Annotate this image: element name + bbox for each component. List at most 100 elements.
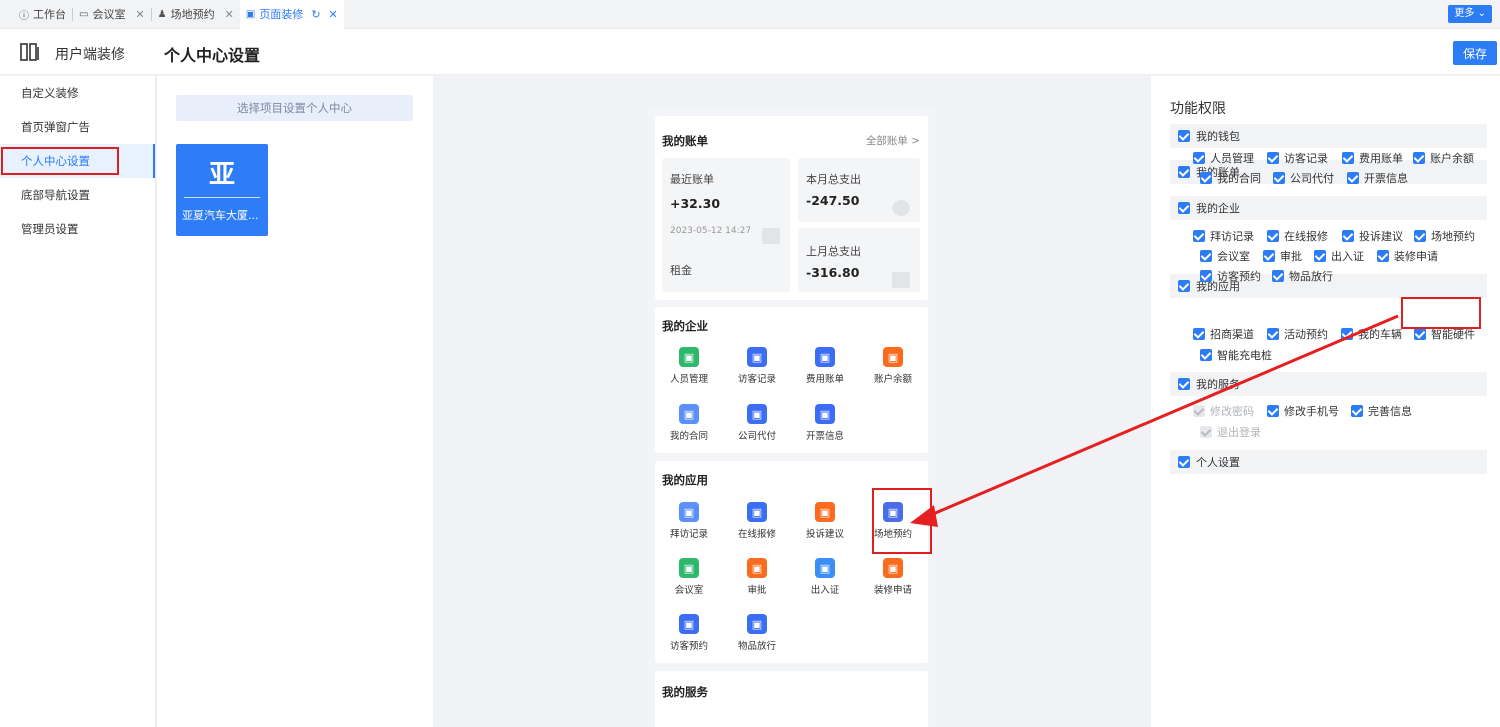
permission-option[interactable]: 装修申请 (1377, 248, 1438, 264)
checkbox-checked-icon[interactable] (1178, 456, 1190, 468)
permission-option[interactable]: 我的车辆 (1341, 326, 1402, 342)
meeting-icon: ▣ (679, 558, 699, 578)
checkbox-checked-icon[interactable] (1178, 166, 1190, 178)
checkbox-checked-icon[interactable] (1347, 172, 1359, 184)
checkbox-checked-icon[interactable] (1193, 328, 1205, 340)
permission-section[interactable]: 我的钱包 (1170, 124, 1487, 148)
permissions-panel: 功能权限 我的钱包 我的账单 我的企业 人员管理 访客记录 费用账单 账户余额 我的合同 公司代… (1151, 76, 1500, 727)
sidebar-item-custom-decoration[interactable]: 自定义装修 (0, 76, 155, 110)
permission-option[interactable]: 会议室 (1200, 248, 1250, 264)
grid-item[interactable]: ▣ 人员管理 (659, 347, 719, 385)
tab-venue-booking[interactable]: ♟ 场地预约 ✕ (152, 0, 240, 29)
checkbox-checked-icon[interactable] (1273, 172, 1285, 184)
permission-option[interactable]: 审批 (1263, 248, 1302, 264)
checkbox-checked-icon[interactable] (1178, 202, 1190, 214)
sidebar-item-bottom-nav[interactable]: 底部导航设置 (0, 178, 155, 212)
checkbox-checked-icon[interactable] (1341, 328, 1353, 340)
checkbox-checked-icon[interactable] (1178, 378, 1190, 390)
checkbox-checked-icon[interactable] (1178, 130, 1190, 142)
checkbox-checked-icon[interactable] (1267, 405, 1279, 417)
permission-option[interactable]: 修改手机号 (1267, 403, 1339, 419)
permission-option[interactable]: 投诉建议 (1342, 228, 1403, 244)
checkbox-checked-icon[interactable] (1200, 270, 1212, 282)
project-card[interactable]: 亚 亚夏汽车大厦... (176, 144, 268, 236)
permission-option[interactable]: 场地预约 (1414, 228, 1475, 244)
permission-option[interactable]: 完善信息 (1351, 403, 1412, 419)
grid-item[interactable]: ▣ 公司代付 (727, 404, 787, 442)
permission-option[interactable]: 访客预约 (1200, 268, 1261, 284)
grid-item[interactable]: ▣ 访客记录 (727, 347, 787, 385)
grid-item[interactable]: ▣ 装修申请 (863, 558, 923, 596)
permission-option[interactable]: 在线报修 (1267, 228, 1328, 244)
grid-item[interactable]: ▣ 费用账单 (795, 347, 855, 385)
checkbox-checked-icon[interactable] (1193, 230, 1205, 242)
checkbox-checked-icon[interactable] (1193, 152, 1205, 164)
grid-item[interactable]: ▣ 投诉建议 (795, 502, 855, 540)
close-icon[interactable]: ✕ (225, 8, 234, 21)
last-month-expense-box[interactable]: 上月总支出 -316.80 (798, 228, 920, 292)
checkbox-checked-icon[interactable] (1314, 250, 1326, 262)
permission-option[interactable]: 我的合同 (1200, 170, 1261, 186)
checkbox-checked-icon[interactable] (1267, 230, 1279, 242)
checkbox-checked-icon[interactable] (1342, 230, 1354, 242)
grid-item[interactable]: ▣ 物品放行 (727, 614, 787, 652)
grid-item[interactable]: ▣ 审批 (727, 558, 787, 596)
save-button[interactable]: 保存 (1453, 41, 1497, 65)
sidebar-item-personal-center[interactable]: 个人中心设置 (0, 144, 155, 178)
checkbox-checked-icon[interactable] (1351, 405, 1363, 417)
permission-option[interactable]: 拜访记录 (1193, 228, 1254, 244)
checkbox-checked-icon[interactable] (1414, 230, 1426, 242)
permission-section[interactable]: 我的企业 (1170, 196, 1487, 220)
permission-option[interactable]: 访客记录 (1267, 150, 1328, 166)
checkbox-checked-icon[interactable] (1413, 152, 1425, 164)
month-expense-box[interactable]: 本月总支出 -247.50 (798, 158, 920, 222)
grid-item[interactable]: ▣ 账户余额 (863, 347, 923, 385)
sidebar-item-home-popup-ad[interactable]: 首页弹窗广告 (0, 110, 155, 144)
more-tabs-button[interactable]: 更多 ⌄ (1448, 5, 1492, 23)
checkbox-checked-icon[interactable] (1267, 328, 1279, 340)
decor-icon: ▣ (883, 558, 903, 578)
project-panel: 选择项目设置个人中心 亚 亚夏汽车大厦... (157, 76, 433, 727)
grid-item[interactable]: ▣ 拜访记录 (659, 502, 719, 540)
checkbox-checked-icon[interactable] (1263, 250, 1275, 262)
grid-item[interactable]: ▣ 在线报修 (727, 502, 787, 540)
checkbox-checked-icon[interactable] (1200, 172, 1212, 184)
permission-option[interactable]: 招商渠道 (1193, 326, 1254, 342)
permission-option[interactable]: 活动预约 (1267, 326, 1328, 342)
permission-option[interactable]: 账户余额 (1413, 150, 1474, 166)
grid-item[interactable]: ▣ 访客预约 (659, 614, 719, 652)
permission-option[interactable]: 出入证 (1314, 248, 1364, 264)
grid-item-label: 拜访记录 (669, 529, 708, 540)
checkbox-checked-icon[interactable] (1200, 349, 1212, 361)
recent-bill-box[interactable]: 最近账单 +32.30 2023-05-12 14:27 租金 (662, 158, 790, 292)
permission-option[interactable]: 智能充电桩 (1200, 347, 1272, 363)
permission-section[interactable]: 我的服务 (1170, 372, 1487, 396)
checkbox-checked-icon[interactable] (1414, 328, 1426, 340)
refresh-icon[interactable]: ↻ (311, 8, 320, 21)
grid-item[interactable]: ▣ 会议室 (659, 558, 719, 596)
permission-section[interactable]: 个人设置 (1170, 450, 1487, 474)
grid-item[interactable]: ▣ 开票信息 (795, 404, 855, 442)
sidebar-item-admin[interactable]: 管理员设置 (0, 212, 155, 246)
project-name: 亚夏汽车大厦... (182, 209, 259, 222)
checkbox-checked-icon[interactable] (1178, 280, 1190, 292)
tab-meeting-room[interactable]: ▭ 会议室 ✕ (73, 0, 151, 29)
permission-option[interactable]: 费用账单 (1342, 150, 1403, 166)
grid-item[interactable]: ▣ 出入证 (795, 558, 855, 596)
grid-item[interactable]: ▣ 我的合同 (659, 404, 719, 442)
close-icon[interactable]: ✕ (329, 8, 338, 21)
project-select[interactable]: 选择项目设置个人中心 (176, 95, 413, 121)
permission-option[interactable]: 人员管理 (1193, 150, 1254, 166)
permission-option[interactable]: 开票信息 (1347, 170, 1408, 186)
checkbox-checked-icon[interactable] (1342, 152, 1354, 164)
checkbox-checked-icon[interactable] (1377, 250, 1389, 262)
all-bills-link[interactable]: 全部账单 > (866, 133, 920, 148)
tab-page-decoration[interactable]: ▣ 页面装修 ↻ ✕ (239, 0, 344, 29)
checkbox-checked-icon[interactable] (1272, 270, 1284, 282)
permission-option[interactable]: 物品放行 (1272, 268, 1333, 284)
checkbox-checked-icon[interactable] (1200, 250, 1212, 262)
permission-option[interactable]: 公司代付 (1273, 170, 1334, 186)
tab-workbench[interactable]: ⓘ 工作台 (13, 0, 72, 29)
checkbox-checked-icon[interactable] (1267, 152, 1279, 164)
close-icon[interactable]: ✕ (135, 8, 144, 21)
